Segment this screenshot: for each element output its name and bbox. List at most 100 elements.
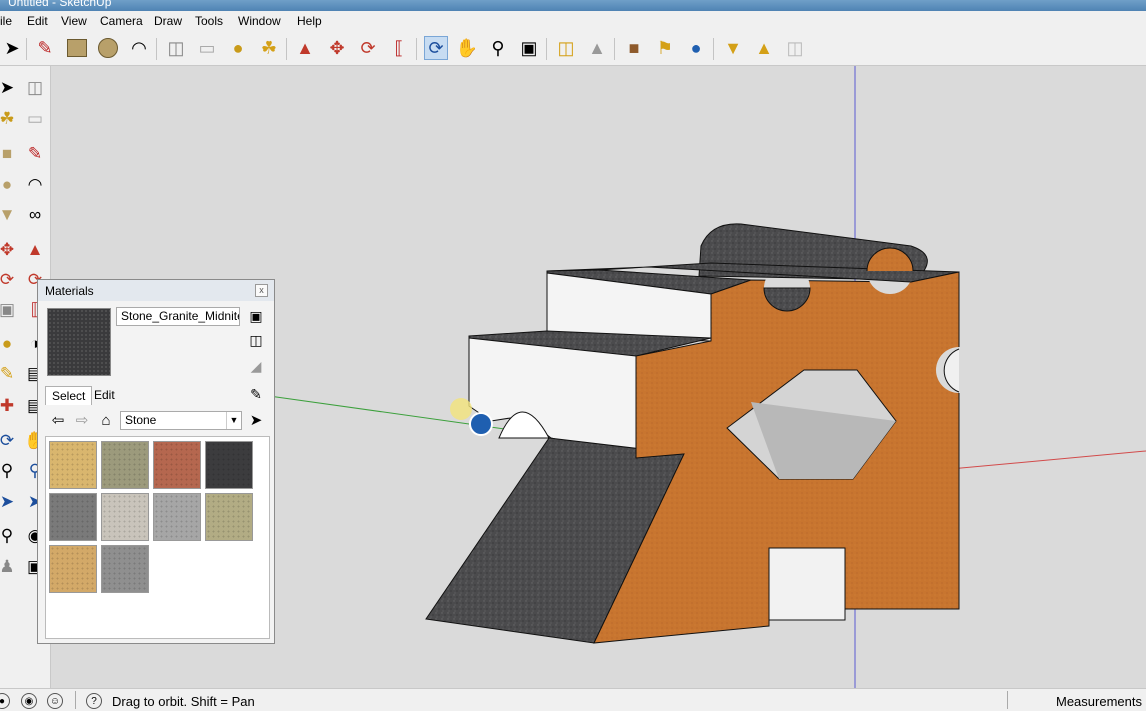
orbit-icon[interactable]: ⟳ xyxy=(424,36,448,60)
google-earth-icon[interactable]: ● xyxy=(684,36,708,60)
menu-edit[interactable]: Edit xyxy=(27,14,48,28)
status-divider xyxy=(75,691,76,709)
menu-window[interactable]: Window xyxy=(238,14,281,28)
material-swatch[interactable] xyxy=(49,441,97,489)
dimension-icon[interactable]: ✎ xyxy=(0,362,18,384)
paint-bucket-icon[interactable]: ☘ xyxy=(257,36,281,60)
arc-icon[interactable]: ◠ xyxy=(127,36,151,60)
collection-dropdown[interactable]: Stone ▼ xyxy=(120,411,242,430)
arc-icon[interactable]: ◠ xyxy=(24,173,46,195)
material-swatch-grid xyxy=(45,436,270,639)
tape-measure-icon[interactable]: ● xyxy=(0,332,18,354)
menu-camera[interactable]: Camera xyxy=(100,14,143,28)
rectangle-icon[interactable] xyxy=(65,36,89,60)
toolbar-separator xyxy=(156,38,157,60)
pencil-icon[interactable]: ✎ xyxy=(33,36,57,60)
zoom-icon[interactable]: ⚲ xyxy=(486,36,510,60)
polygon-icon[interactable]: ▼ xyxy=(0,203,18,225)
menu-view[interactable]: View xyxy=(61,14,87,28)
collection-value: Stone xyxy=(125,413,157,427)
previous-view-icon[interactable]: ➤ xyxy=(0,490,18,512)
geo-location-icon[interactable]: ● xyxy=(0,693,10,709)
materials-title-bar: Materials x xyxy=(38,280,274,301)
components-icon[interactable]: ■ xyxy=(622,36,646,60)
tab-select[interactable]: Select xyxy=(45,386,93,405)
freehand-icon[interactable]: ∞ xyxy=(24,203,46,225)
scale-icon[interactable]: ▣ xyxy=(0,298,18,320)
material-swatch[interactable] xyxy=(153,441,201,489)
user-icon[interactable]: ☺ xyxy=(47,693,63,709)
measurements-label: Measurements xyxy=(1056,694,1142,709)
zoom-extents-icon[interactable]: ▣ xyxy=(517,36,541,60)
back-arrow-icon[interactable]: ⇦ xyxy=(48,410,68,430)
material-swatch[interactable] xyxy=(205,493,253,541)
share-model-icon[interactable]: ▲ xyxy=(585,36,609,60)
get-component-icon[interactable]: ▼ xyxy=(721,36,745,60)
menu-tools[interactable]: Tools xyxy=(195,14,223,28)
orbit-icon[interactable]: ⟳ xyxy=(0,429,18,451)
place-model-icon[interactable]: ⚑ xyxy=(653,36,677,60)
material-swatch[interactable] xyxy=(49,493,97,541)
toolbar-separator xyxy=(713,38,714,60)
paint-bucket-icon[interactable]: ☘ xyxy=(0,107,18,129)
window-title: Untitled - SketchUp xyxy=(8,0,112,9)
credits-icon[interactable]: ◉ xyxy=(21,693,37,709)
chevron-down-icon[interactable]: ▼ xyxy=(226,412,241,429)
toolbar-separator xyxy=(546,38,547,60)
zoom-icon[interactable]: ⚲ xyxy=(0,459,18,481)
eraser-icon[interactable]: ▭ xyxy=(24,107,46,129)
materials-title: Materials xyxy=(45,284,94,298)
select-icon[interactable]: ➤ xyxy=(0,36,24,60)
display-secondary-icon[interactable]: ▣ xyxy=(246,306,266,326)
create-material-icon[interactable]: ◫ xyxy=(246,330,266,350)
tape-measure-icon[interactable]: ● xyxy=(226,36,250,60)
close-icon[interactable]: x xyxy=(255,284,268,297)
details-arrow-icon[interactable]: ➤ xyxy=(246,410,266,430)
material-swatch[interactable] xyxy=(153,493,201,541)
circle-icon[interactable]: ● xyxy=(0,173,18,195)
extension-icon[interactable]: ◫ xyxy=(783,36,807,60)
make-component-icon[interactable]: ◫ xyxy=(164,36,188,60)
move-icon[interactable]: ✥ xyxy=(325,36,349,60)
material-name-field[interactable]: Stone_Granite_Midnite xyxy=(116,307,240,326)
menu-help[interactable]: Help xyxy=(297,14,322,28)
push-pull-icon[interactable]: ▲ xyxy=(293,36,317,60)
tab-edit[interactable]: Edit xyxy=(88,386,121,404)
material-swatch[interactable] xyxy=(101,441,149,489)
default-material-icon[interactable]: ◢ xyxy=(246,356,266,376)
circle-icon[interactable] xyxy=(96,36,120,60)
make-component-icon[interactable]: ◫ xyxy=(24,76,46,98)
walk-icon[interactable]: ♟ xyxy=(0,555,18,577)
home-icon[interactable]: ⌂ xyxy=(96,410,116,430)
menu-file[interactable]: ile xyxy=(0,14,12,28)
position-camera-icon[interactable]: ⚲ xyxy=(0,524,18,546)
material-swatch[interactable] xyxy=(49,545,97,593)
status-bar: ● ◉ ☺ ? Drag to orbit. Shift = Pan Measu… xyxy=(0,688,1146,711)
rotate-icon[interactable]: ⟳ xyxy=(356,36,380,60)
rotate-icon[interactable]: ⟳ xyxy=(0,268,18,290)
main-toolbar: ➤ ✎ ◠ ◫ ▭ ● ☘ ▲ ✥ ⟳ ⟦ ⟳ ✋ ⚲ ▣ ◫ ▲ ■ ⚑ ● … xyxy=(0,32,1146,66)
pencil-icon[interactable]: ✎ xyxy=(24,142,46,164)
material-swatch[interactable] xyxy=(101,545,149,593)
offset-icon[interactable]: ⟦ xyxy=(387,36,411,60)
rectangle-icon[interactable]: ■ xyxy=(0,142,18,164)
axes-icon[interactable]: ✚ xyxy=(0,394,18,416)
material-swatch[interactable] xyxy=(205,441,253,489)
material-swatch[interactable] xyxy=(101,493,149,541)
push-pull-icon[interactable]: ▲ xyxy=(24,238,46,260)
eraser-icon[interactable]: ▭ xyxy=(195,36,219,60)
status-divider xyxy=(1007,691,1008,709)
get-models-icon[interactable]: ◫ xyxy=(554,36,578,60)
menu-draw[interactable]: Draw xyxy=(154,14,182,28)
status-hint: Drag to orbit. Shift = Pan xyxy=(112,694,255,709)
select-icon[interactable]: ➤ xyxy=(0,76,18,98)
share-component-icon[interactable]: ▲ xyxy=(752,36,776,60)
pan-icon[interactable]: ✋ xyxy=(455,36,479,60)
move-icon[interactable]: ✥ xyxy=(0,238,18,260)
forward-arrow-icon[interactable]: ⇨ xyxy=(72,410,92,430)
help-icon[interactable]: ? xyxy=(86,693,102,709)
orbit-cursor-icon xyxy=(469,412,493,436)
toolbar-separator xyxy=(614,38,615,60)
sample-paint-icon[interactable]: ✎ xyxy=(246,384,266,404)
door-opening xyxy=(768,547,846,621)
